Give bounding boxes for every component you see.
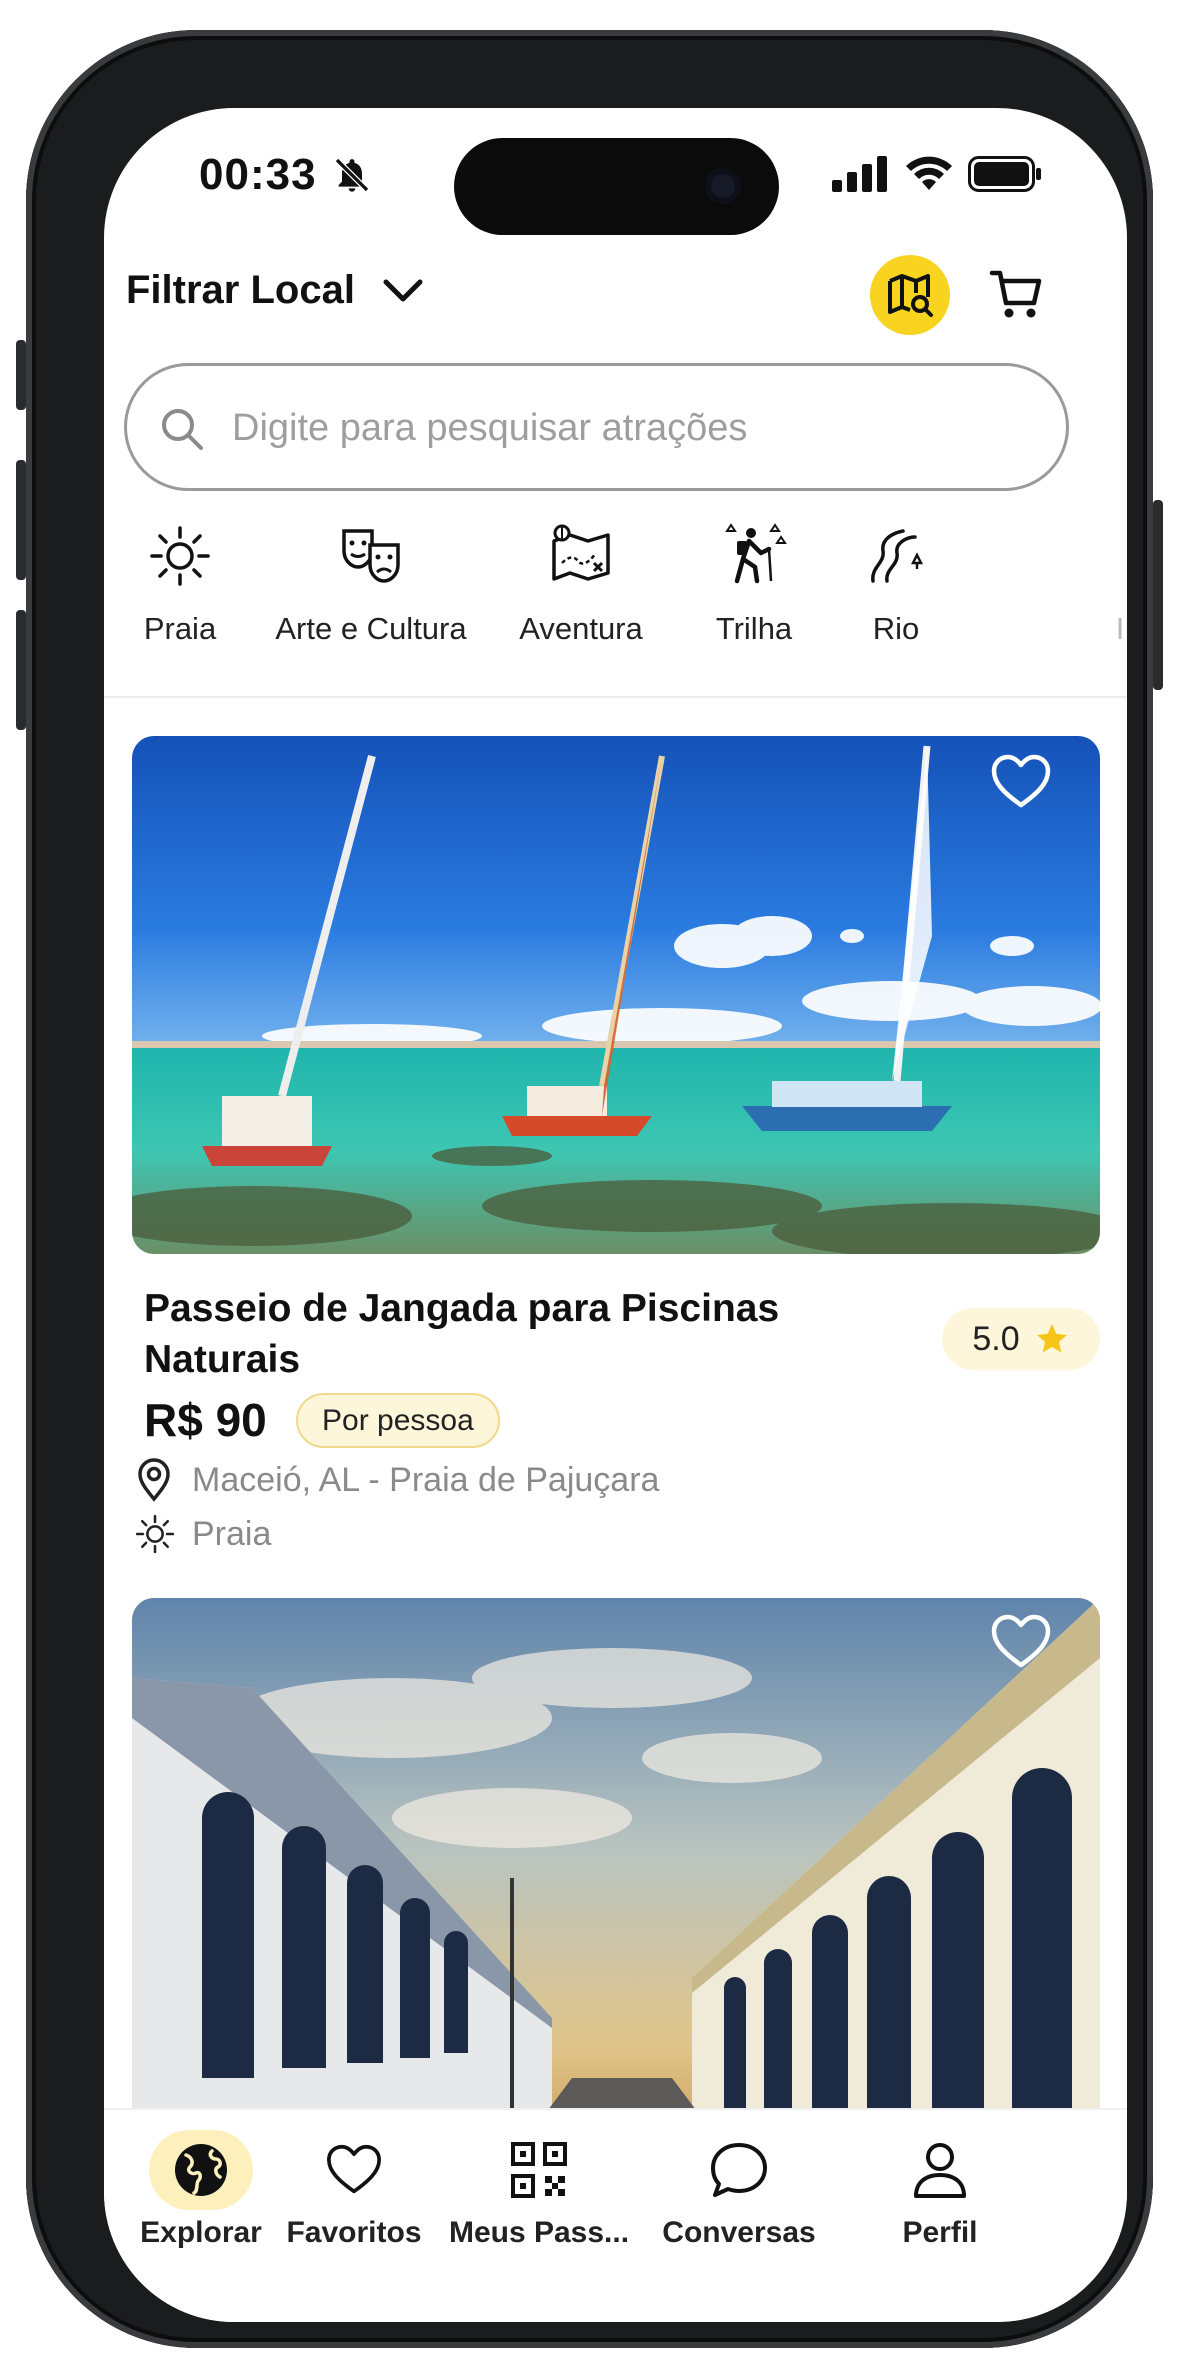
jangada-boats-photo	[132, 736, 1100, 1254]
card-image-historic-street[interactable]	[132, 1598, 1100, 2158]
volume-down-button	[16, 610, 26, 730]
tab-icon-highlight	[149, 2130, 253, 2210]
category-praia[interactable]: Praia	[130, 523, 230, 647]
tab-label: Explorar	[140, 2216, 262, 2249]
qr-code-icon	[511, 2142, 567, 2198]
category-bar: Praia Arte e Cultura Aventura Trilha Rio…	[104, 523, 1127, 698]
bell-off-icon	[334, 157, 370, 193]
historic-street-photo	[132, 1598, 1100, 2158]
search-bar[interactable]	[124, 363, 1069, 491]
screen: 00:33 Filtrar Local Digite para pesquisa…	[104, 108, 1127, 2322]
river-icon	[871, 529, 924, 583]
dynamic-island	[454, 138, 779, 235]
location-row: Maceió, AL - Praia de Pajuçara	[134, 1450, 659, 1510]
tab-icon-wrap	[888, 2130, 992, 2210]
tab-label: Perfil	[902, 2216, 978, 2249]
tab-favoritos[interactable]: Favoritos	[254, 2130, 454, 2250]
status-time: 00:33	[199, 150, 317, 199]
location-text: Maceió, AL - Praia de Pajuçara	[192, 1460, 660, 1499]
status-bar: 00:33	[104, 108, 1127, 258]
price-unit-badge: Por pessoa	[296, 1393, 500, 1448]
person-icon	[914, 2143, 966, 2198]
tab-icon-wrap	[687, 2130, 791, 2210]
search-icon	[162, 409, 203, 450]
globe-icon	[175, 2144, 227, 2196]
tab-label: Conversas	[662, 2216, 816, 2249]
category-label: Rio	[872, 611, 920, 646]
treasure-map-icon	[552, 524, 610, 581]
heart-icon	[326, 2144, 381, 2194]
tab-label: Favoritos	[286, 2216, 422, 2249]
category-label-partial: I	[1115, 611, 1125, 646]
tab-conversas[interactable]: Conversas	[639, 2130, 839, 2250]
map-search-icon	[888, 274, 933, 317]
category-aventura[interactable]: Aventura	[506, 523, 656, 647]
filter-location-label[interactable]: Filtrar Local	[126, 268, 355, 313]
tab-icon-wrap	[487, 2130, 591, 2210]
power-button	[1153, 500, 1163, 690]
battery-icon	[968, 156, 1041, 192]
bottom-tab-bar: Explorar Favoritos Meus Pass... Conversa…	[104, 2108, 1127, 2322]
chat-bubble-icon	[711, 2143, 767, 2197]
category-row: Praia	[134, 1504, 271, 1564]
category-partial[interactable]: I	[1110, 523, 1127, 647]
cellular-signal-icon	[832, 156, 887, 192]
card-title[interactable]: Passeio de Jangada para Piscinas Naturai…	[144, 1283, 904, 1385]
price: R$ 90	[144, 1394, 267, 1446]
cart-button[interactable]	[984, 263, 1048, 327]
tab-perfil[interactable]: Perfil	[840, 2130, 1040, 2250]
category-label: Aventura	[519, 611, 643, 646]
category-label: Trilha	[715, 611, 793, 646]
category-trilha[interactable]: Trilha	[694, 523, 814, 647]
volume-up-button	[16, 460, 26, 580]
star-icon	[1036, 1324, 1067, 1353]
tab-icon-wrap	[302, 2130, 406, 2210]
hiker-icon	[725, 523, 787, 584]
theater-masks-icon	[342, 529, 400, 583]
shopping-cart-icon	[989, 270, 1042, 318]
chevron-down-icon[interactable]	[380, 274, 426, 308]
favorite-heart-icon[interactable]	[990, 753, 1052, 811]
map-search-button[interactable]	[870, 255, 950, 335]
rating-value: 5.0	[972, 1319, 1020, 1358]
wifi-icon	[906, 156, 952, 190]
category-label: Praia	[143, 611, 217, 646]
category-label: Arte e Cultura	[275, 611, 467, 646]
side-button	[16, 340, 26, 410]
sun-icon	[150, 526, 210, 586]
category-arte-e-cultura[interactable]: Arte e Cultura	[256, 523, 486, 647]
sun-icon	[135, 1514, 175, 1554]
search-input[interactable]	[232, 394, 1032, 462]
tab-meus-passes[interactable]: Meus Pass...	[434, 2130, 644, 2250]
category-rio[interactable]: Rio	[846, 523, 946, 647]
front-camera	[705, 168, 741, 204]
tab-label: Meus Pass...	[448, 2216, 630, 2249]
phone-frame: 00:33 Filtrar Local Digite para pesquisa…	[16, 30, 1163, 2348]
location-pin-icon	[138, 1458, 170, 1502]
card-image-jangada[interactable]	[132, 736, 1100, 1254]
favorite-heart-icon[interactable]	[990, 1613, 1052, 1671]
rating-badge: 5.0	[942, 1308, 1100, 1370]
category-text: Praia	[192, 1514, 272, 1553]
